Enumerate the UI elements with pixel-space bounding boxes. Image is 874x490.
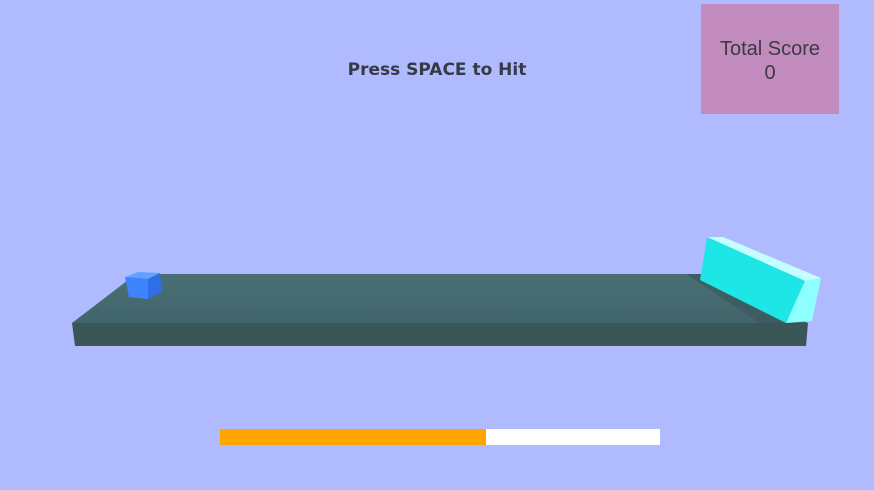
power-bar — [220, 429, 660, 445]
power-bar-fill — [220, 429, 487, 445]
game-scene — [72, 237, 821, 346]
table — [72, 274, 808, 346]
table-front — [72, 323, 808, 346]
